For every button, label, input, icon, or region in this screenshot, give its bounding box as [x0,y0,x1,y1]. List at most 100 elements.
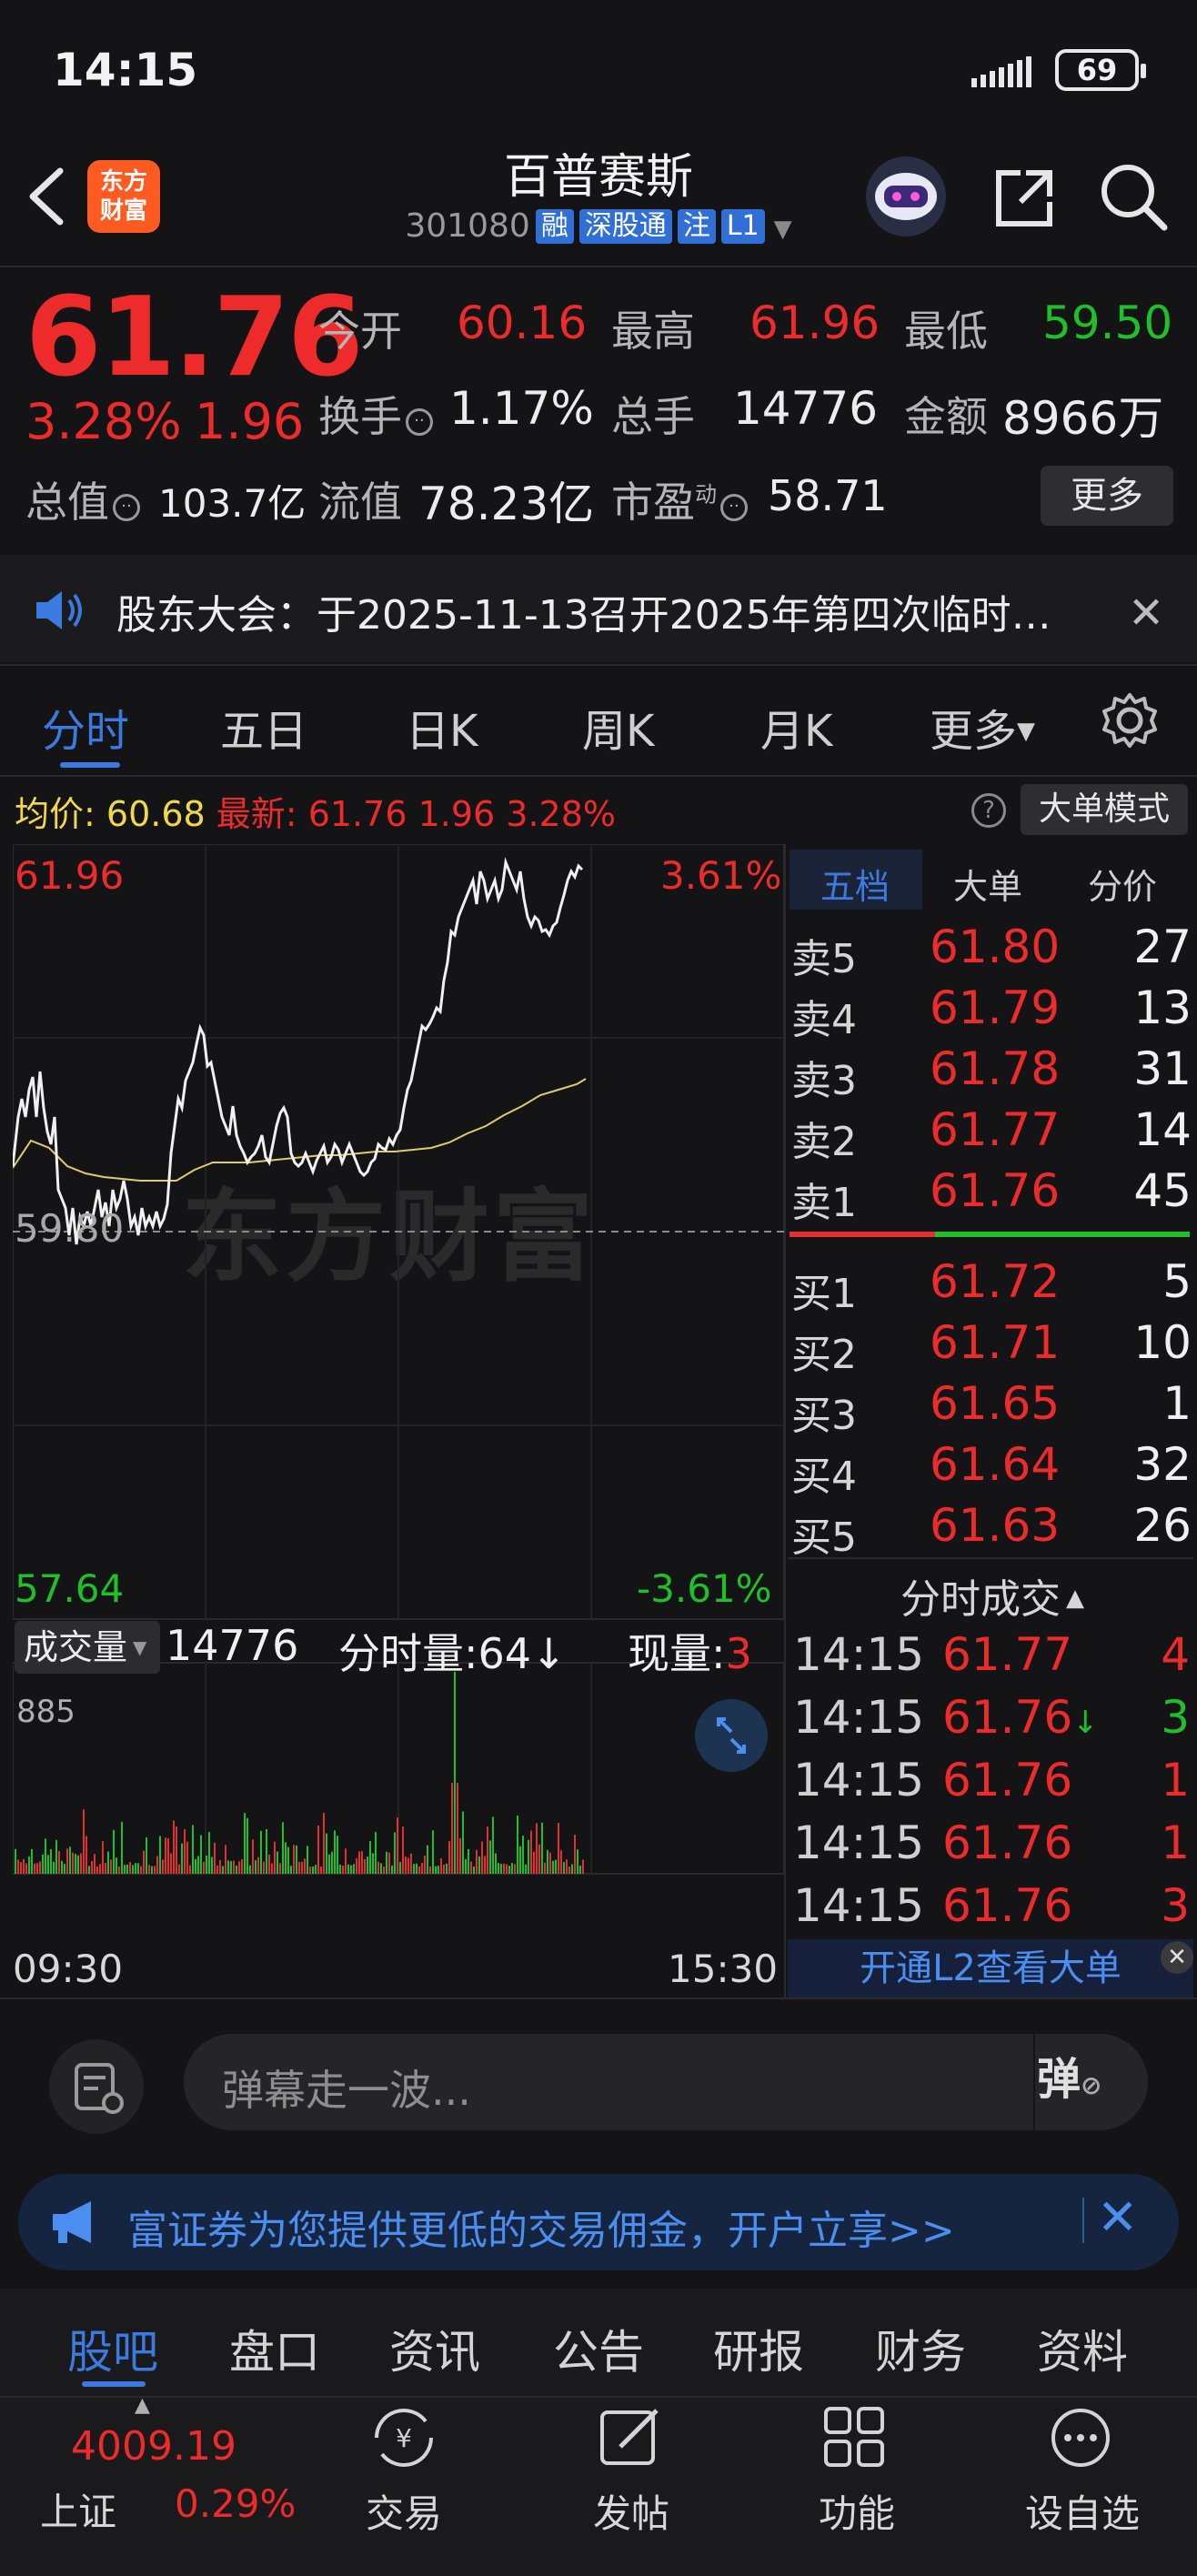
volume-bar [560,1850,562,1874]
chart-info-row: 均价: 60.68 最新: 61.76 1.96 3.28% [15,786,616,836]
info-icon[interactable]: ·· [720,494,748,521]
tab-financials[interactable]: 财务 [875,2316,966,2381]
volume-bar [487,1826,488,1874]
danmu-toggle[interactable]: 弹⊘ [1037,2043,1101,2107]
volume-bar [446,1863,448,1874]
tab-big-orders[interactable]: 大单 [953,859,1022,909]
volume-bar [555,1859,557,1874]
more-button[interactable]: 更多 [1041,466,1173,526]
info-icon[interactable]: ·· [406,408,433,436]
nav-functions[interactable]: 功能 [784,2483,930,2539]
svg-text:¥: ¥ [396,2423,412,2453]
close-icon[interactable]: ✕ [1161,1941,1193,1974]
volume-bar [225,1845,226,1874]
index-value[interactable]: 4009.19 [71,2423,236,2470]
caret-up-icon: ▲ [1066,1585,1084,1612]
info-icon[interactable]: ·· [113,494,140,521]
apps-icon[interactable] [822,2405,891,2470]
tab-market-depth[interactable]: 盘口 [229,2316,320,2381]
mktcap-value: 103.7亿 [158,481,307,526]
volume-bar [277,1851,278,1874]
edit-icon[interactable] [597,2405,666,2470]
volume-bar [427,1845,428,1874]
volume-bar [255,1860,256,1874]
ai-assistant-icon[interactable] [866,156,946,236]
intraday-chart[interactable] [13,844,784,1997]
volume-bar [246,1817,248,1874]
volume-bar [118,1866,120,1874]
bid-label: 买2 [791,1332,857,1378]
fullscreen-button[interactable] [695,1699,768,1772]
tick-time: 14:15 [793,1816,925,1869]
volume-bar [132,1865,134,1874]
latest-value: 61.76 [307,794,407,834]
ticks-title[interactable]: 分时成交 ▲ [900,1566,1084,1625]
more-dots-icon[interactable] [1048,2405,1117,2470]
tab-monthly-k[interactable]: 月K [760,695,832,759]
tick-volume: 1 [1161,1816,1190,1869]
bid-volume: 5 [1162,1255,1192,1308]
tab-more[interactable]: 更多▼ [930,695,1035,759]
volume-bar [91,1861,93,1874]
nav-trade[interactable]: 交易 [331,2483,477,2539]
tab-research[interactable]: 研报 [713,2316,804,2381]
tag-level: L1 [720,209,765,244]
volume-bar [481,1841,483,1874]
ask-volume: 45 [1133,1164,1192,1217]
volume-bar [317,1825,319,1874]
bid-volume: 32 [1133,1438,1192,1491]
volume-value: 14776 [733,382,879,435]
tab-profile[interactable]: 资料 [1037,2316,1128,2381]
volume-bar [192,1825,194,1874]
big-order-mode-button[interactable]: 大单模式 [1021,784,1188,835]
volume-bar [279,1863,281,1874]
ask-row: 卖4 61.79 13 [791,981,1192,1043]
float-label: 流值 [318,478,402,527]
dropdown-icon[interactable]: ▼ [774,216,792,243]
gear-icon[interactable] [1101,691,1159,750]
tick-volume: 1 [1161,1754,1190,1806]
nav-post[interactable]: 发帖 [558,2483,704,2539]
volume-bar [102,1841,104,1874]
bid-price: 61.65 [930,1377,1061,1430]
tab-forum[interactable]: 股吧 [67,2316,158,2381]
caret-up-icon: ▲ [135,2394,150,2417]
tabs-divider [0,775,1197,777]
tab-intraday[interactable]: 分时 [42,695,129,759]
tab-daily-k[interactable]: 日K [406,695,478,759]
volume-bar [99,1864,101,1874]
indicator-selector[interactable]: 成交量 ▼ [15,1621,160,1674]
trade-icon[interactable]: ¥ [367,2405,440,2470]
nav-add-watchlist[interactable]: 设自选 [1010,2483,1155,2539]
tab-five-day[interactable]: 五日 [220,695,307,759]
volume-bar [451,1783,453,1874]
close-icon[interactable]: ✕ [1128,588,1164,639]
share-icon[interactable] [990,164,1059,233]
help-icon[interactable]: ? [971,793,1006,828]
volume-bar [173,1820,175,1874]
volume-bar [459,1838,461,1874]
close-icon[interactable]: ✕ [1097,2189,1138,2246]
tab-announcements[interactable]: 公告 [553,2316,644,2381]
volume-bar [66,1848,68,1874]
open-l2-link[interactable]: 开通L2查看大单 [788,1939,1193,1997]
tab-price-dist[interactable]: 分价 [1088,859,1157,909]
comment-list-icon[interactable] [49,2039,144,2134]
bid-volume: 26 [1133,1499,1192,1552]
ask-price: 61.80 [930,921,1061,973]
amount-value: 8966万 [1002,392,1164,445]
volume-bar [536,1823,538,1874]
volume-bar [377,1861,379,1874]
tab-news[interactable]: 资讯 [389,2316,480,2381]
pe-label-text: 市盈 [611,478,695,527]
volume-bar [519,1846,521,1874]
tab-weekly-k[interactable]: 周K [582,695,654,759]
ask-label: 卖5 [791,936,857,982]
volume-bar [350,1865,352,1874]
search-icon[interactable] [1097,160,1170,233]
volume-bar [571,1864,573,1874]
tab-level5[interactable]: 五档 [820,859,890,909]
dropdown-icon: ▼ [133,1636,147,1658]
volume-bar [53,1861,55,1874]
volume-bar [233,1860,235,1874]
